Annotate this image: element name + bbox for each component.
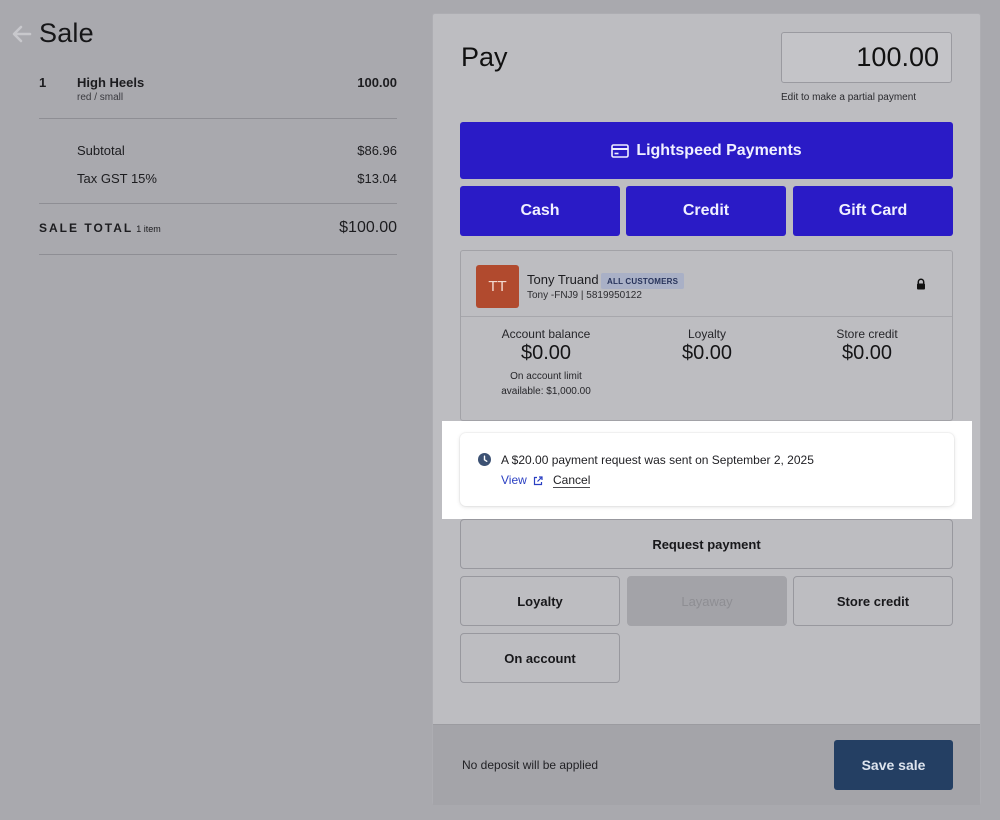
divider bbox=[39, 203, 397, 204]
pay-panel: Pay Edit to make a partial payment Light… bbox=[432, 13, 981, 805]
line-item[interactable]: 1 High Heels red / small 100.00 bbox=[39, 74, 397, 108]
gift-card-button[interactable]: Gift Card bbox=[793, 186, 953, 236]
subtotal-label: Subtotal bbox=[77, 143, 125, 158]
external-link-icon bbox=[533, 475, 543, 486]
layaway-button: Layaway bbox=[627, 576, 787, 626]
line-item-variant: red / small bbox=[77, 92, 124, 103]
cancel-payment-request-link[interactable]: Cancel bbox=[553, 473, 591, 488]
view-payment-request-link[interactable]: View bbox=[501, 473, 543, 487]
sale-total-value: $100.00 bbox=[339, 219, 397, 236]
sale-item-count: 1 item bbox=[136, 224, 161, 234]
pay-footer: No deposit will be applied Save sale bbox=[433, 724, 980, 805]
line-item-qty: 1 bbox=[39, 75, 47, 90]
credit-button[interactable]: Credit bbox=[626, 186, 786, 236]
line-item-price: 100.00 bbox=[357, 75, 397, 90]
account-limit-note-line: available: $1,000.00 bbox=[501, 386, 591, 397]
loyalty-balance: Loyalty $0.00 bbox=[627, 327, 787, 365]
account-limit-note: On account limit available: $1,000.00 bbox=[466, 369, 626, 399]
line-item-name: High Heels bbox=[77, 75, 145, 90]
payment-amount-hint: Edit to make a partial payment bbox=[781, 92, 917, 103]
store-credit-label: Store credit bbox=[836, 327, 898, 341]
subtotal-row: Subtotal $86.96 bbox=[77, 143, 397, 158]
request-payment-button[interactable]: Request payment bbox=[460, 519, 953, 569]
payment-request-notice: A $20.00 payment request was sent on Sep… bbox=[460, 433, 954, 506]
store-credit-value: $0.00 bbox=[841, 342, 893, 364]
divider bbox=[39, 254, 397, 255]
account-balance-value: $0.00 bbox=[520, 342, 572, 364]
sale-total-label: SALE TOTAL 1 item bbox=[39, 221, 161, 235]
sale-total-text: SALE TOTAL bbox=[39, 221, 134, 235]
payment-amount-input[interactable] bbox=[781, 32, 952, 83]
clock-icon bbox=[478, 453, 491, 466]
store-credit-balance: Store credit $0.00 bbox=[787, 327, 947, 365]
avatar[interactable]: TT bbox=[476, 265, 519, 308]
loyalty-value: $0.00 bbox=[681, 342, 733, 364]
pay-title: Pay bbox=[461, 42, 508, 72]
customer-group-badge: ALL CUSTOMERS bbox=[601, 273, 685, 289]
lock-icon[interactable] bbox=[915, 278, 927, 291]
subtotal-value: $86.96 bbox=[357, 143, 397, 158]
deposit-note: No deposit will be applied bbox=[462, 758, 599, 772]
arrow-left-icon[interactable] bbox=[11, 23, 33, 45]
tax-row: Tax GST 15% $13.04 bbox=[77, 171, 397, 186]
view-link-label: View bbox=[501, 473, 527, 487]
lightspeed-payments-label: Lightspeed Payments bbox=[636, 141, 802, 159]
save-sale-button[interactable]: Save sale bbox=[834, 740, 953, 790]
loyalty-label: Loyalty bbox=[687, 327, 727, 341]
sale-summary: Sale 1 High Heels red / small 100.00 Sub… bbox=[0, 0, 420, 820]
on-account-button[interactable]: On account bbox=[460, 633, 620, 683]
account-balance-label: Account balance bbox=[501, 327, 591, 341]
account-limit-note-line: On account limit bbox=[510, 371, 582, 382]
account-balance: Account balance $0.00 On account limit a… bbox=[466, 327, 626, 399]
loyalty-button[interactable]: Loyalty bbox=[460, 576, 620, 626]
payment-request-text: A $20.00 payment request was sent on Sep… bbox=[501, 453, 814, 467]
credit-card-icon bbox=[611, 143, 630, 158]
lightspeed-payments-button[interactable]: Lightspeed Payments bbox=[460, 122, 953, 179]
tax-label: Tax GST 15% bbox=[77, 171, 157, 186]
divider bbox=[39, 118, 397, 119]
customer-name[interactable]: Tony Truand bbox=[527, 272, 599, 287]
customer-details: Tony -FNJ9 | 5819950122 bbox=[527, 290, 642, 301]
sale-total-row: SALE TOTAL 1 item $100.00 bbox=[39, 219, 397, 237]
payment-request-spotlight: A $20.00 payment request was sent on Sep… bbox=[442, 421, 972, 519]
page-title: Sale bbox=[39, 18, 94, 48]
divider bbox=[461, 316, 952, 317]
store-credit-button[interactable]: Store credit bbox=[793, 576, 953, 626]
cash-button[interactable]: Cash bbox=[460, 186, 620, 236]
sale-header: Sale bbox=[11, 18, 94, 49]
tax-value: $13.04 bbox=[357, 171, 397, 186]
customer-card: TT Tony Truand ALL CUSTOMERS Tony -FNJ9 … bbox=[460, 250, 953, 421]
